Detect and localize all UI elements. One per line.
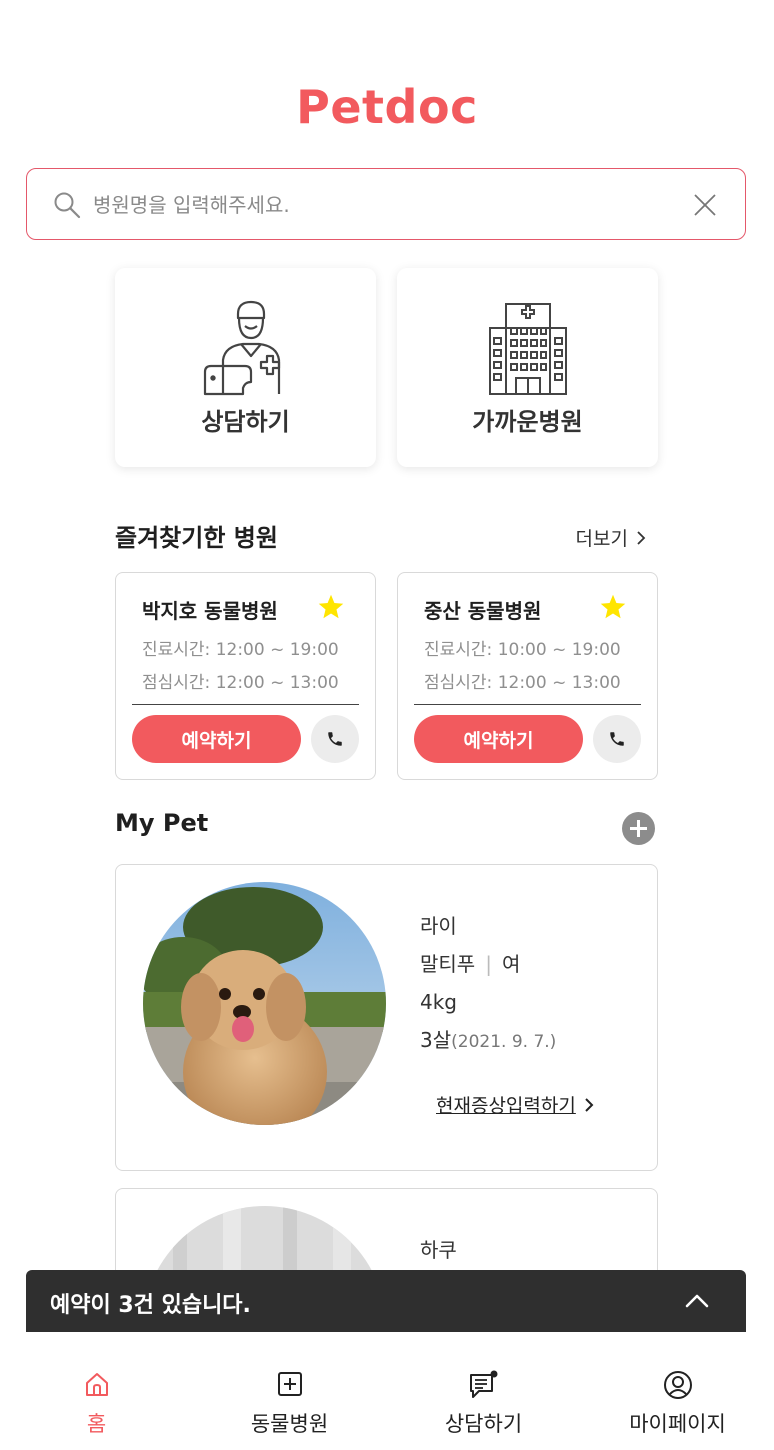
call-button[interactable] — [593, 715, 641, 763]
card-divider — [132, 704, 359, 705]
favorites-title: 즐겨찾기한 병원 — [115, 524, 278, 552]
pet-card[interactable]: 라이 말티푸 | 여 4kg 3살(2021. 9. 7.) 현재증상입력하기 — [115, 864, 658, 1171]
star-icon[interactable] — [599, 593, 627, 621]
lunch-hours: 점심시간: 12:00 ~ 13:00 — [424, 673, 621, 693]
bottom-tab-bar: 홈 동물병원 상담하기 마이페이지 — [0, 1332, 774, 1450]
phone-icon — [328, 732, 342, 746]
pet-sex: 여 — [501, 952, 521, 976]
card-divider — [414, 704, 641, 705]
pet-weight: 4kg — [420, 990, 458, 1014]
search-input[interactable] — [93, 185, 683, 225]
clinic-hours: 진료시간: 12:00 ~ 19:00 — [142, 640, 339, 660]
tab-consult-label: 상담하기 — [444, 1412, 523, 1436]
book-button[interactable]: 예약하기 — [132, 715, 301, 763]
favorite-hospital-card[interactable]: 박지호 동물병원 진료시간: 12:00 ~ 19:00 점심시간: 12:00… — [115, 572, 376, 780]
vet-consult-icon — [203, 300, 280, 396]
hospital-plus-icon — [277, 1372, 302, 1396]
search-icon — [54, 192, 81, 219]
chat-icon — [469, 1370, 497, 1398]
my-pet-title: My Pet — [115, 809, 209, 837]
pet-photo — [143, 882, 386, 1125]
add-pet-button[interactable] — [622, 812, 655, 845]
favorites-more-link[interactable]: 더보기 — [576, 524, 646, 551]
tab-hospital[interactable]: 동물병원 — [193, 1332, 386, 1450]
hospital-building-icon — [488, 303, 567, 395]
symptom-link-label: 현재증상입력하기 — [436, 1095, 576, 1117]
phone-icon — [610, 732, 624, 746]
reservation-banner-text: 예약이 3건 있습니다. — [50, 1293, 251, 1318]
consult-card-button[interactable]: 상담하기 — [115, 268, 376, 467]
symptom-input-link[interactable]: 현재증상입력하기 — [436, 1091, 594, 1118]
star-icon[interactable] — [317, 593, 345, 621]
reservation-banner[interactable]: 예약이 3건 있습니다. — [26, 1270, 746, 1332]
pet-age-row: 3살(2021. 9. 7.) — [420, 1021, 556, 1061]
pet-name: 하쿠 — [420, 1238, 457, 1262]
tab-hospital-label: 동물병원 — [250, 1412, 329, 1436]
tab-mypage[interactable]: 마이페이지 — [581, 1332, 774, 1450]
home-icon — [85, 1373, 108, 1396]
clear-icon[interactable] — [693, 193, 717, 217]
tab-home[interactable]: 홈 — [0, 1332, 193, 1450]
book-button[interactable]: 예약하기 — [414, 715, 583, 763]
clinic-hours: 진료시간: 10:00 ~ 19:00 — [424, 640, 621, 660]
chevron-right-icon — [637, 530, 646, 545]
pet-name: 라이 — [420, 914, 457, 938]
tab-home-label: 홈 — [86, 1412, 107, 1436]
chevron-up-icon[interactable] — [684, 1290, 710, 1312]
chevron-right-icon — [585, 1097, 594, 1112]
hospital-name: 박지호 동물병원 — [142, 599, 278, 623]
lunch-hours: 점심시간: 12:00 ~ 13:00 — [142, 673, 339, 693]
pet-breed: 말티푸 — [420, 952, 476, 976]
more-label: 더보기 — [575, 528, 628, 550]
search-bar[interactable] — [26, 168, 746, 240]
pet-birthdate: (2021. 9. 7.) — [451, 1032, 557, 1052]
app-logo: Petdoc — [296, 80, 478, 134]
nearby-hospital-card-label: 가까운병원 — [472, 408, 583, 436]
plus-icon — [630, 820, 647, 837]
favorite-hospital-card[interactable]: 중산 동물병원 진료시간: 10:00 ~ 19:00 점심시간: 12:00 … — [397, 572, 658, 780]
hospital-name: 중산 동물병원 — [424, 599, 542, 623]
tab-mypage-label: 마이페이지 — [629, 1412, 726, 1436]
consult-card-label: 상담하기 — [201, 408, 290, 436]
tab-consult[interactable]: 상담하기 — [387, 1332, 580, 1450]
user-icon — [663, 1371, 692, 1399]
pet-age: 3살 — [420, 1028, 452, 1052]
call-button[interactable] — [311, 715, 359, 763]
pet-breed-sex: 말티푸 | 여 — [420, 952, 521, 976]
nearby-hospital-card-button[interactable]: 가까운병원 — [397, 268, 658, 467]
